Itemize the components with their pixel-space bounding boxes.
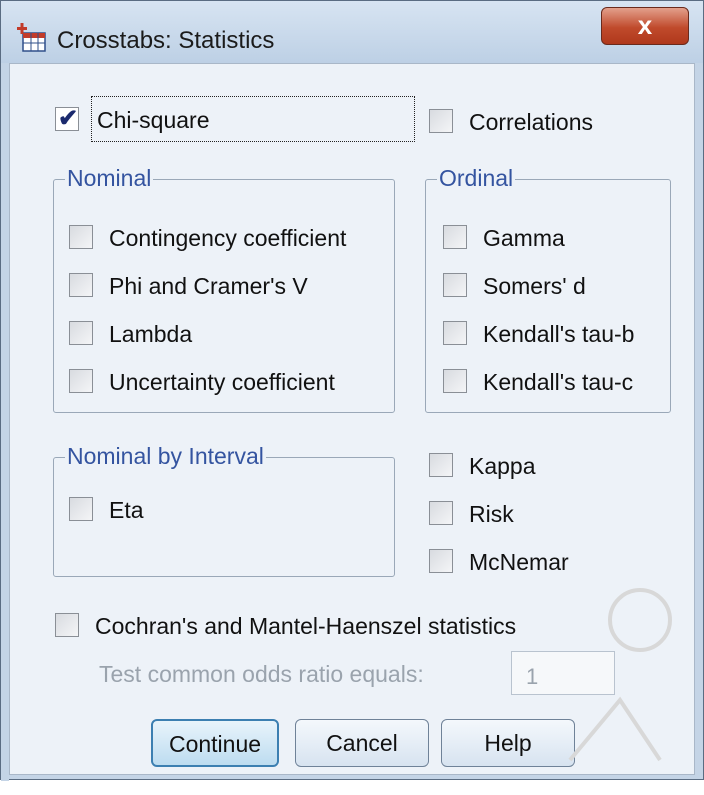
gamma-label[interactable]: Gamma: [483, 225, 565, 252]
nominal-group-title: Nominal: [65, 165, 154, 192]
spss-table-icon: [17, 23, 46, 52]
somers-d-label[interactable]: Somers' d: [483, 273, 586, 300]
contingency-coefficient-checkbox[interactable]: [69, 225, 93, 249]
correlations-label[interactable]: Correlations: [469, 109, 593, 136]
uncertainty-coefficient-label[interactable]: Uncertainty coefficient: [109, 369, 335, 396]
kendalls-tau-b-checkbox[interactable]: [443, 321, 467, 345]
ordinal-group-title: Ordinal: [437, 165, 516, 192]
mcnemar-checkbox[interactable]: [429, 549, 453, 573]
eta-checkbox[interactable]: [69, 497, 93, 521]
chi-square-label[interactable]: Chi-square: [97, 107, 210, 134]
cochran-mantel-haenszel-label[interactable]: Cochran's and Mantel-Haenszel statistics: [95, 613, 516, 640]
correlations-checkbox[interactable]: [429, 109, 453, 133]
chi-square-checkbox[interactable]: ✔: [55, 105, 79, 132]
uncertainty-coefficient-checkbox[interactable]: [69, 369, 93, 393]
gamma-checkbox[interactable]: [443, 225, 467, 249]
watermark-decoration: [568, 588, 672, 762]
lambda-label[interactable]: Lambda: [109, 321, 192, 348]
cancel-button[interactable]: Cancel: [295, 719, 429, 767]
checkmark-icon: ✔: [58, 105, 79, 132]
continue-button[interactable]: Continue: [151, 719, 279, 767]
help-button[interactable]: Help: [441, 719, 575, 767]
kappa-label[interactable]: Kappa: [469, 453, 536, 480]
kendalls-tau-c-checkbox[interactable]: [443, 369, 467, 393]
risk-label[interactable]: Risk: [469, 501, 514, 528]
mcnemar-label[interactable]: McNemar: [469, 549, 569, 576]
odds-ratio-label: Test common odds ratio equals:: [99, 661, 424, 687]
title-bar[interactable]: Crosstabs: Statistics x: [1, 1, 703, 63]
window-title: Crosstabs: Statistics: [57, 27, 275, 54]
close-button[interactable]: x: [601, 7, 689, 45]
nominal-by-interval-group: [53, 457, 395, 577]
eta-label[interactable]: Eta: [109, 497, 144, 524]
close-icon: x: [637, 10, 653, 40]
risk-checkbox[interactable]: [429, 501, 453, 525]
contingency-coefficient-label[interactable]: Contingency coefficient: [109, 225, 346, 252]
window-left-edge: [1, 63, 9, 781]
somers-d-checkbox[interactable]: [443, 273, 467, 297]
kappa-checkbox[interactable]: [429, 453, 453, 477]
kendalls-tau-b-label[interactable]: Kendall's tau-b: [483, 321, 634, 348]
lambda-checkbox[interactable]: [69, 321, 93, 345]
nominal-by-interval-title: Nominal by Interval: [65, 443, 266, 470]
phi-cramers-v-checkbox[interactable]: [69, 273, 93, 297]
phi-cramers-v-label[interactable]: Phi and Cramer's V: [109, 273, 308, 300]
kendalls-tau-c-label[interactable]: Kendall's tau-c: [483, 369, 633, 396]
cochran-mantel-haenszel-checkbox[interactable]: [55, 613, 79, 637]
